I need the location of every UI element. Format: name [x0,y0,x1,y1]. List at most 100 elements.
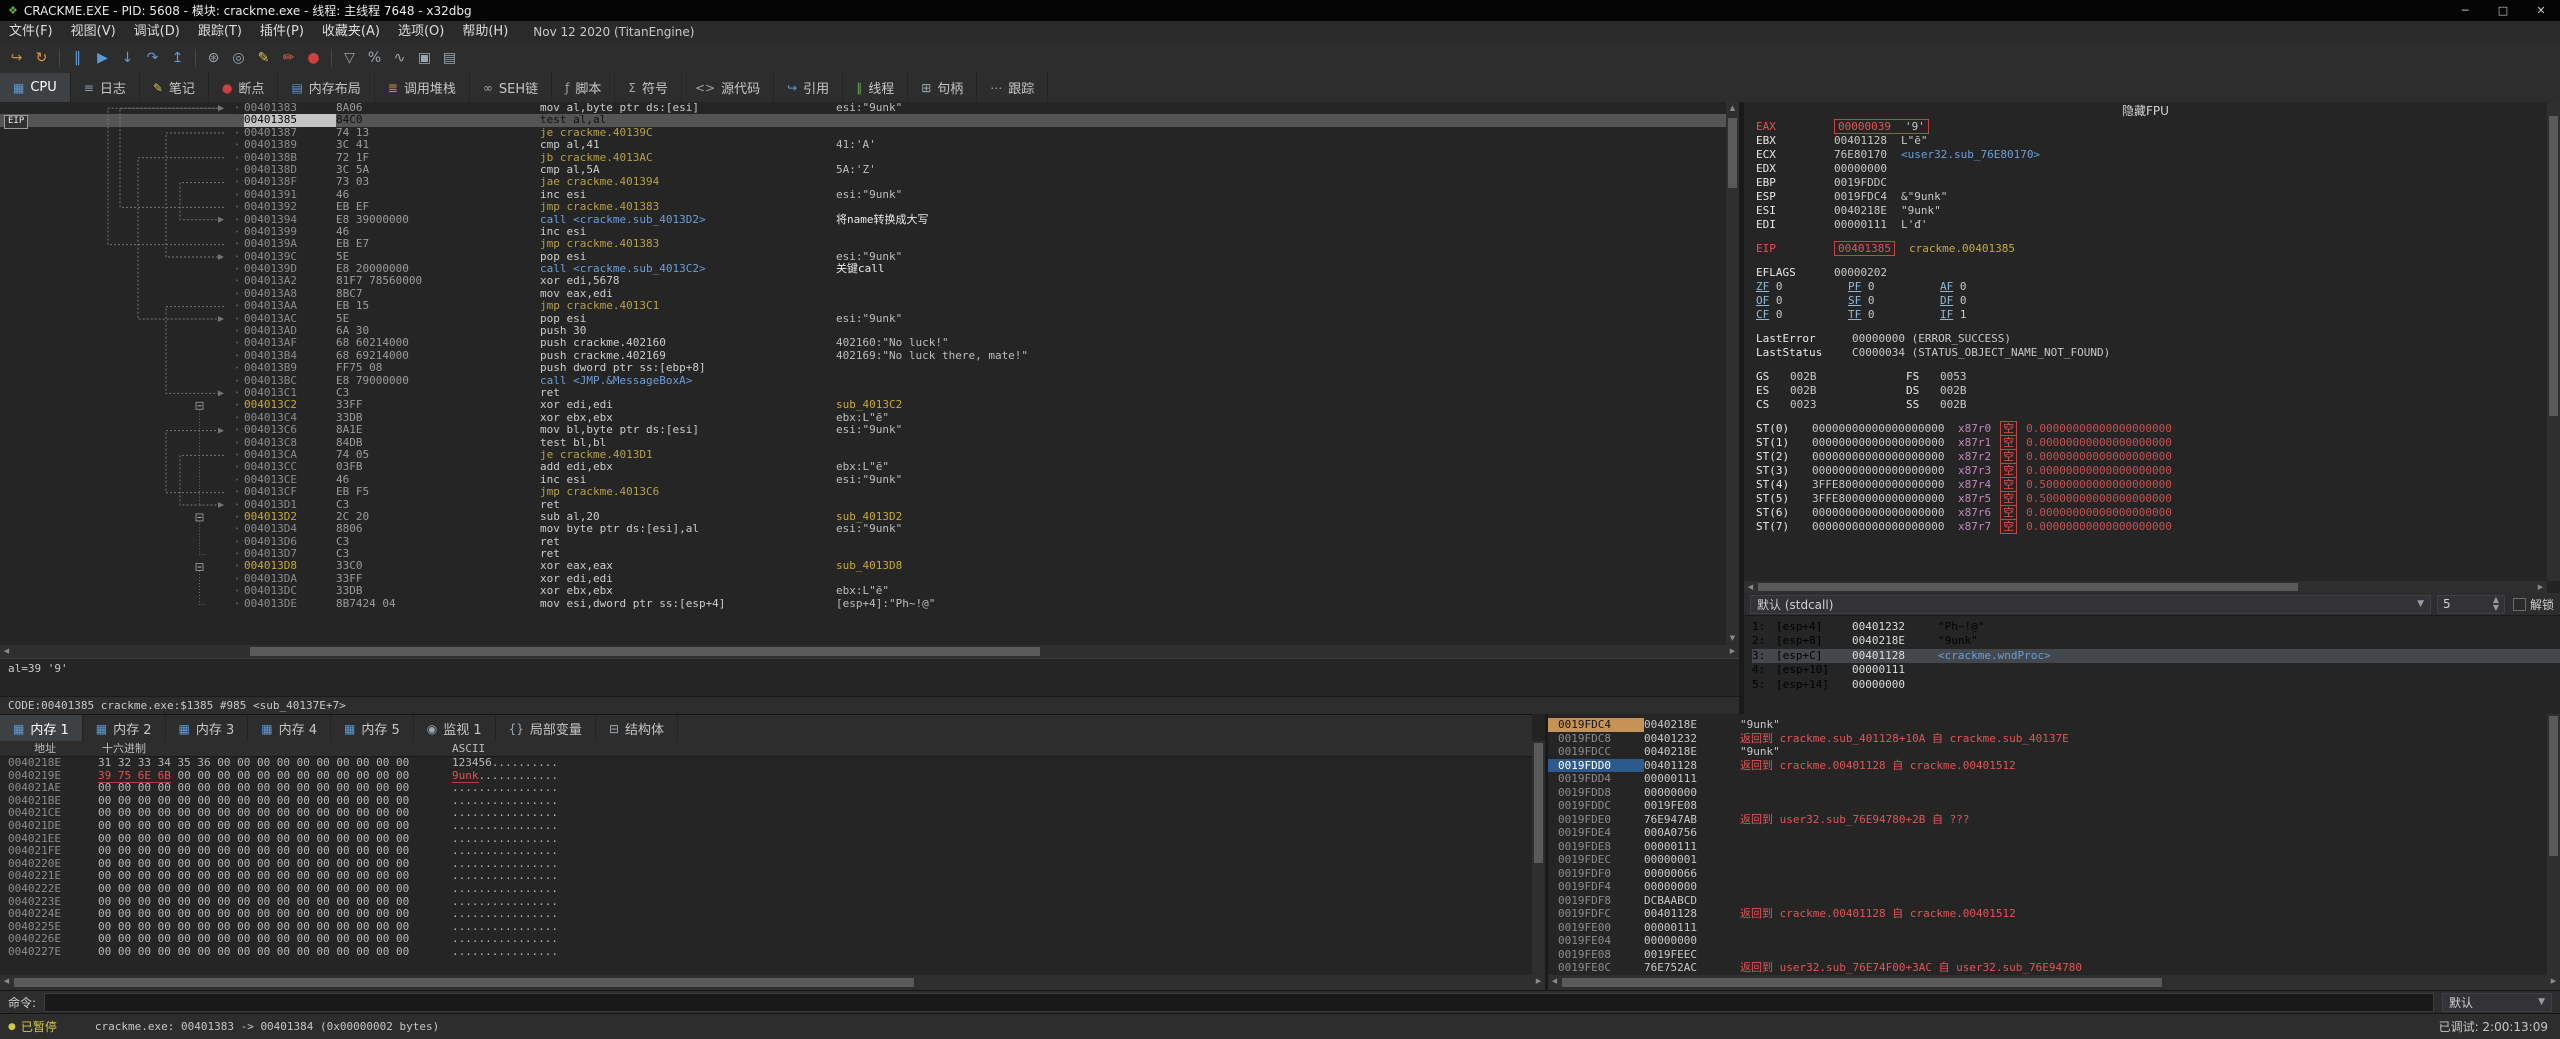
stack-row[interactable]: 0019FDDC 0019FE08 [1548,799,2547,813]
stack-row[interactable]: 0019FDE4 000A0756 [1548,826,2547,840]
close-button[interactable]: ✕ [2522,0,2560,21]
tab-cpu[interactable]: ▦ CPU [0,73,71,102]
fpu-register-x87r7[interactable]: ST(7) 00000000000000000000 x87r7 空 0.0000000… [1756,519,2547,534]
tab-threads[interactable]: ∥ 线程 [843,73,909,102]
breakpoint-dot[interactable]: • [230,337,244,349]
stack-row[interactable]: 0019FDF4 00000000 [1548,880,2547,894]
memory-dump-panel[interactable]: 地址 十六进制 ASCII 0040218E 31 32 33 34 35 36 … [0,741,1532,975]
scroll-right-icon[interactable]: ▶ [1726,645,1739,658]
stack-row[interactable]: 0019FDF8 DCBAABCD [1548,894,2547,908]
register-edx[interactable]: EDX 00000000 [1756,162,2547,176]
breakpoint-dot[interactable]: • [230,127,244,139]
flag-sf[interactable]: SF 0 [1848,294,1940,308]
breakpoint-dot[interactable]: • [230,375,244,387]
disasm-row[interactable]: • 00401389 3C 41 cmp al,41 41:'A' [0,138,1726,151]
tab-symbols[interactable]: Σ 符号 [615,73,682,102]
tab-memory-1[interactable]: ▦ 内存 1 [0,715,83,742]
run-icon[interactable]: ▶ [90,46,115,70]
breakpoint-dot[interactable]: • [230,573,244,585]
argument-count-spinner[interactable]: 5 ▲ ▼ [2436,594,2505,614]
menu-item-7[interactable]: 选项(O) [389,21,453,43]
breakpoint-dot[interactable]: • [230,560,244,572]
stack-row[interactable]: 0019FDD8 00000000 [1548,786,2547,800]
disasm-row[interactable]: • 004013AA EB 15 jmp crackme.4013C1 [0,299,1726,312]
breakpoint-dot[interactable]: • [230,399,244,411]
breakpoint-dot[interactable]: • [230,499,244,511]
register-ebx[interactable]: EBX 00401128 L"ē" [1756,134,2547,148]
breakpoint-dot[interactable]: • [230,424,244,436]
scroll-left-icon[interactable]: ◀ [0,975,13,988]
flag-af[interactable]: AF 0 [1940,280,2032,294]
breakpoint-dot[interactable]: • [230,189,244,201]
breakpoint-icon[interactable]: ● [301,46,326,70]
dump-row[interactable]: 0040218E 31 32 33 34 35 36 00 00 00 00 00… [0,756,1532,770]
menu-item-6[interactable]: 收藏夹(A) [313,21,389,43]
flag-zf[interactable]: ZF 0 [1756,280,1848,294]
breakpoint-dot[interactable]: • [230,275,244,287]
disasm-row[interactable]: • 004013D8 33C0 xor eax,eax sub_4013D8 [0,560,1726,573]
disasm-row[interactable]: • 0040139A EB E7 jmp crackme.401383 [0,237,1726,250]
menu-item-4[interactable]: 跟踪(T) [189,21,251,43]
breakpoint-dot[interactable]: • [230,548,244,560]
dump-horizontal-scrollbar[interactable]: ◀ ▶ [0,975,1545,990]
tab-seh[interactable]: ∞ SEH链 [470,73,553,102]
stack-row[interactable]: 0019FDEC 00000001 [1548,853,2547,867]
register-eflags[interactable]: EFLAGS 00000202 [1756,266,2547,280]
stack-row[interactable]: 0019FDF0 00000066 [1548,867,2547,881]
stack-row[interactable]: 0019FDC4 0040218E "9unk" [1548,718,2547,732]
breakpoint-dot[interactable]: • [230,486,244,498]
breakpoint-dot[interactable]: • [230,511,244,523]
breakpoint-dot[interactable]: • [230,176,244,188]
windows-icon[interactable]: ▣ [412,46,437,70]
breakpoint-dot[interactable]: • [230,238,244,250]
stack-row[interactable]: 0019FE04 00000000 [1548,934,2547,948]
fpu-register-x87r6[interactable]: ST(6) 00000000000000000000 x87r6 空 0.0000000… [1756,505,2547,520]
scrollbar-thumb[interactable] [14,978,914,987]
disasm-row[interactable]: • 004013AF 68 60214000 push crackme.402160 4… [0,337,1726,350]
scroll-right-icon[interactable]: ▶ [1532,975,1545,988]
stack-vertical-scrollbar[interactable] [2547,714,2560,975]
breakpoint-dot[interactable]: • [230,214,244,226]
stack-row[interactable]: 0019FE0C 76E752AC 返回到 user32.sub_76E74F00+… [1548,961,2547,975]
flag-pf[interactable]: PF 0 [1848,280,1940,294]
tab-call-stack[interactable]: ≣ 调用堆栈 [375,73,470,102]
hide-fpu-button[interactable]: 隐藏FPU [1744,102,2547,120]
command-profile-select[interactable]: 默认 ▼ [2442,992,2552,1012]
stack-row[interactable]: 0019FDD0 00401128 返回到 crackme.00401128 自 c… [1548,758,2547,772]
breakpoint-dot[interactable]: • [230,474,244,486]
scrollbar-thumb[interactable] [1758,583,2298,591]
breakpoint-dot[interactable]: • [230,412,244,424]
tab-script[interactable]: ƒ 脚本 [552,73,616,102]
menu-item-5[interactable]: 插件(P) [251,21,313,43]
step-into-icon[interactable]: ↓ [115,46,140,70]
maximize-button[interactable]: □ [2484,0,2522,21]
disasm-row[interactable]: • 004013D4 8806 mov byte ptr ds:[esi],al esi… [0,522,1726,535]
disasm-row[interactable]: • 004013DC 33DB xor ebx,ebx ebx:L"ē" [0,584,1726,597]
disasm-row[interactable]: • 004013DE 8B7424 04 mov esi,dword ptr ss:[… [0,597,1726,610]
breakpoint-dot[interactable]: • [230,449,244,461]
scroll-up-icon[interactable]: ▲ [1726,102,1739,115]
register-eip[interactable]: EIP 00401385 crackme.00401385 [1756,241,2547,256]
scrollbar-thumb[interactable] [2549,116,2558,416]
minimize-button[interactable]: ─ [2446,0,2484,21]
scrollbar-thumb[interactable] [250,647,1040,656]
breakpoint-dot[interactable]: • [230,387,244,399]
menu-item-8[interactable]: 帮助(H) [453,21,517,43]
unlock-checkbox[interactable] [2512,597,2526,611]
breakpoint-dot[interactable]: • [230,164,244,176]
tab-memory-5[interactable]: ▦ 内存 5 [331,715,414,742]
disasm-row[interactable]: • 004013B9 FF75 08 push dword ptr ss:[ebp+8… [0,361,1726,374]
flag-tf[interactable]: TF 0 [1848,308,1940,322]
fpu-register-x87r3[interactable]: ST(3) 00000000000000000000 x87r3 空 0.0000000… [1756,463,2547,478]
stack-row[interactable]: 0019FDD4 00000111 [1548,772,2547,786]
tab-watch-1[interactable]: ◉ 监视 1 [414,715,496,742]
scrollbar-thumb[interactable] [2549,716,2558,856]
breakpoint-dot[interactable]: • [230,437,244,449]
pause-icon[interactable]: ‖ [65,46,90,70]
disassembly-panel[interactable]: • 00401383 8A06 mov al,byte ptr ds:[esi] esi… [0,102,1726,645]
register-ecx[interactable]: ECX 76E80170 <user32.sub_76E80170> [1756,148,2547,162]
breakpoint-dot[interactable]: • [230,288,244,300]
breakpoint-dot[interactable]: • [230,461,244,473]
calling-convention-select[interactable]: 默认 (stdcall) ▼ [1750,594,2431,614]
dump-row[interactable]: 004021DE 00 00 00 00 00 00 00 00 00 00 00… [0,819,1532,833]
